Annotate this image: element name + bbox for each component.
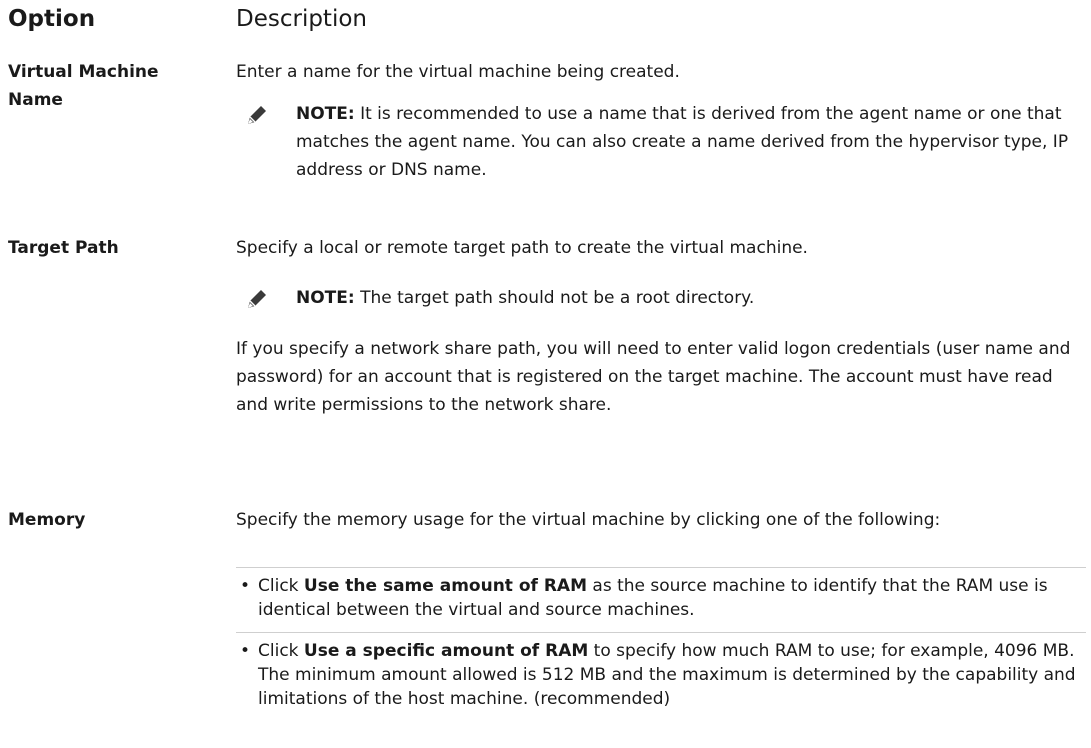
term-virtual-machine-name: Virtual Machine Name [8, 62, 159, 110]
bullet-icon: • [240, 641, 251, 661]
list-item: • Click Use the same amount of RAM as th… [236, 567, 1086, 622]
pencil-icon [246, 288, 268, 310]
option-header: Option [8, 6, 96, 32]
note-text: It is recommended to use a name that is … [296, 104, 1069, 180]
note-virtual-machine-name: NOTE: It is recommended to use a name th… [246, 100, 1086, 184]
list-item: • Click Use a specific amount of RAM to … [236, 632, 1086, 711]
desc-target-path-extra: If you specify a network share path, you… [236, 339, 1071, 415]
desc-target-path: Specify a local or remote target path to… [236, 238, 808, 258]
note-label: NOTE: [296, 104, 355, 124]
note-label: NOTE: [296, 288, 355, 308]
term-memory: Memory [8, 510, 86, 530]
description-header: Description [236, 6, 367, 32]
pencil-icon [246, 104, 268, 126]
desc-memory: Specify the memory usage for the virtual… [236, 510, 941, 530]
desc-virtual-machine-name: Enter a name for the virtual machine bei… [236, 62, 680, 82]
bullet-icon: • [240, 576, 251, 596]
note-target-path: NOTE: The target path should not be a ro… [246, 284, 1086, 312]
note-text: The target path should not be a root dir… [354, 288, 755, 308]
term-target-path: Target Path [8, 238, 119, 258]
memory-options-list: • Click Use the same amount of RAM as th… [236, 567, 1086, 721]
